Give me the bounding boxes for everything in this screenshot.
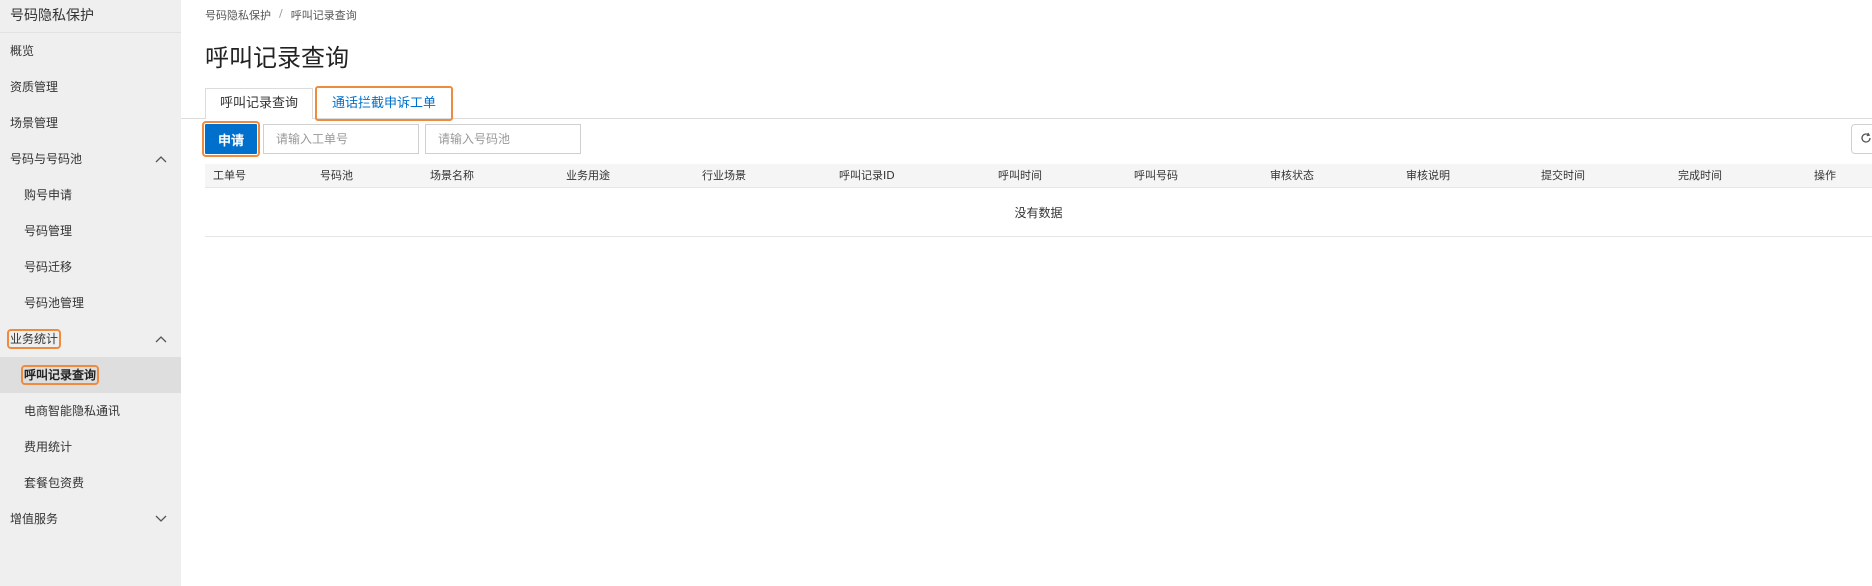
breadcrumb: 号码隐私保护 / 呼叫记录查询 bbox=[205, 7, 357, 23]
column-header: 号码池 bbox=[320, 169, 353, 182]
breadcrumb-current: 呼叫记录查询 bbox=[290, 9, 357, 22]
sidebar-group-value-added[interactable]: 增值服务 bbox=[0, 501, 181, 537]
sidebar-item-label: 套餐包资费 bbox=[24, 476, 85, 490]
number-pool-input[interactable] bbox=[425, 124, 581, 154]
sidebar-item-call-records[interactable]: 呼叫记录查询 bbox=[0, 357, 181, 393]
column-header: 行业场景 bbox=[702, 169, 746, 182]
tab-bar: 呼叫记录查询 通话拦截申诉工单 bbox=[181, 85, 1872, 121]
sidebar-item-overview[interactable]: 概览 bbox=[0, 33, 181, 69]
sidebar-group-numbers[interactable]: 号码与号码池 bbox=[0, 141, 181, 177]
toolbar: 申请 bbox=[181, 120, 1872, 160]
chevron-up-icon bbox=[155, 141, 167, 177]
chevron-up-icon bbox=[155, 321, 167, 357]
sidebar-item-cost-stats[interactable]: 费用统计 bbox=[0, 429, 181, 465]
column-header: 操作 bbox=[1814, 169, 1836, 182]
sidebar-item-label: 场景管理 bbox=[10, 116, 59, 130]
sidebar: 号码隐私保护 概览 资质管理 场景管理 号码与号码池 购号申请 号码管理 号码迁… bbox=[0, 0, 181, 586]
column-header: 呼叫时间 bbox=[998, 169, 1042, 182]
apply-button[interactable]: 申请 bbox=[202, 121, 260, 157]
column-header: 工单号 bbox=[213, 169, 246, 182]
sidebar-item-label: 号码管理 bbox=[24, 224, 73, 238]
sidebar-item-label: 增值服务 bbox=[10, 512, 59, 526]
sidebar-item-label: 电商智能隐私通讯 bbox=[24, 404, 121, 418]
sidebar-item-label: 呼叫记录查询 bbox=[20, 365, 100, 385]
breadcrumb-root[interactable]: 号码隐私保护 bbox=[205, 7, 271, 23]
sidebar-item-migration[interactable]: 号码迁移 bbox=[0, 249, 181, 285]
sidebar-item-number-manage[interactable]: 号码管理 bbox=[0, 213, 181, 249]
column-header: 业务用途 bbox=[566, 169, 610, 182]
sidebar-item-package[interactable]: 套餐包资费 bbox=[0, 465, 181, 501]
refresh-icon bbox=[1860, 132, 1872, 147]
sidebar-item-label: 业务统计 bbox=[6, 329, 62, 349]
sidebar-item-label: 号码迁移 bbox=[24, 260, 73, 274]
tab-call-records[interactable]: 呼叫记录查询 bbox=[205, 88, 314, 119]
refresh-button[interactable] bbox=[1851, 124, 1872, 154]
sidebar-item-label: 购号申请 bbox=[24, 188, 73, 202]
column-header: 呼叫记录ID bbox=[839, 169, 895, 182]
sidebar-item-label: 概览 bbox=[10, 44, 35, 58]
column-header: 审核状态 bbox=[1270, 169, 1314, 182]
sidebar-item-ecommerce[interactable]: 电商智能隐私通讯 bbox=[0, 393, 181, 429]
sidebar-item-label: 号码池管理 bbox=[24, 296, 85, 310]
sidebar-item-label: 资质管理 bbox=[10, 80, 59, 94]
column-header: 呼叫号码 bbox=[1134, 169, 1178, 182]
page-title: 呼叫记录查询 bbox=[205, 44, 349, 72]
column-header: 提交时间 bbox=[1541, 169, 1585, 182]
column-header: 审核说明 bbox=[1406, 169, 1450, 182]
sidebar-group-statistics[interactable]: 业务统计 bbox=[0, 321, 181, 357]
breadcrumb-separator: / bbox=[279, 7, 283, 20]
column-header: 场景名称 bbox=[430, 169, 474, 182]
chevron-down-icon bbox=[155, 501, 167, 537]
sidebar-item-scenario[interactable]: 场景管理 bbox=[0, 105, 181, 141]
sidebar-item-label: 号码与号码池 bbox=[10, 152, 83, 166]
sidebar-item-purchase[interactable]: 购号申请 bbox=[0, 177, 181, 213]
main-content: 号码隐私保护 / 呼叫记录查询 呼叫记录查询 呼叫记录查询 通话拦截申诉工单 申… bbox=[181, 0, 1872, 586]
tab-intercept-appeal[interactable]: 通话拦截申诉工单 bbox=[314, 86, 454, 121]
column-header: 完成时间 bbox=[1678, 169, 1722, 182]
tickets-table: 工单号 号码池 场景名称 业务用途 行业场景 呼叫记录ID 呼叫时间 呼叫号码 … bbox=[205, 164, 1872, 237]
sidebar-item-pool-manage[interactable]: 号码池管理 bbox=[0, 285, 181, 321]
ticket-number-input[interactable] bbox=[263, 124, 419, 154]
sidebar-item-qualification[interactable]: 资质管理 bbox=[0, 69, 181, 105]
table-header: 工单号 号码池 场景名称 业务用途 行业场景 呼叫记录ID 呼叫时间 呼叫号码 … bbox=[205, 164, 1872, 188]
table-empty-state: 没有数据 bbox=[205, 189, 1872, 237]
sidebar-title: 号码隐私保护 bbox=[0, 0, 181, 33]
sidebar-item-label: 费用统计 bbox=[24, 440, 73, 454]
